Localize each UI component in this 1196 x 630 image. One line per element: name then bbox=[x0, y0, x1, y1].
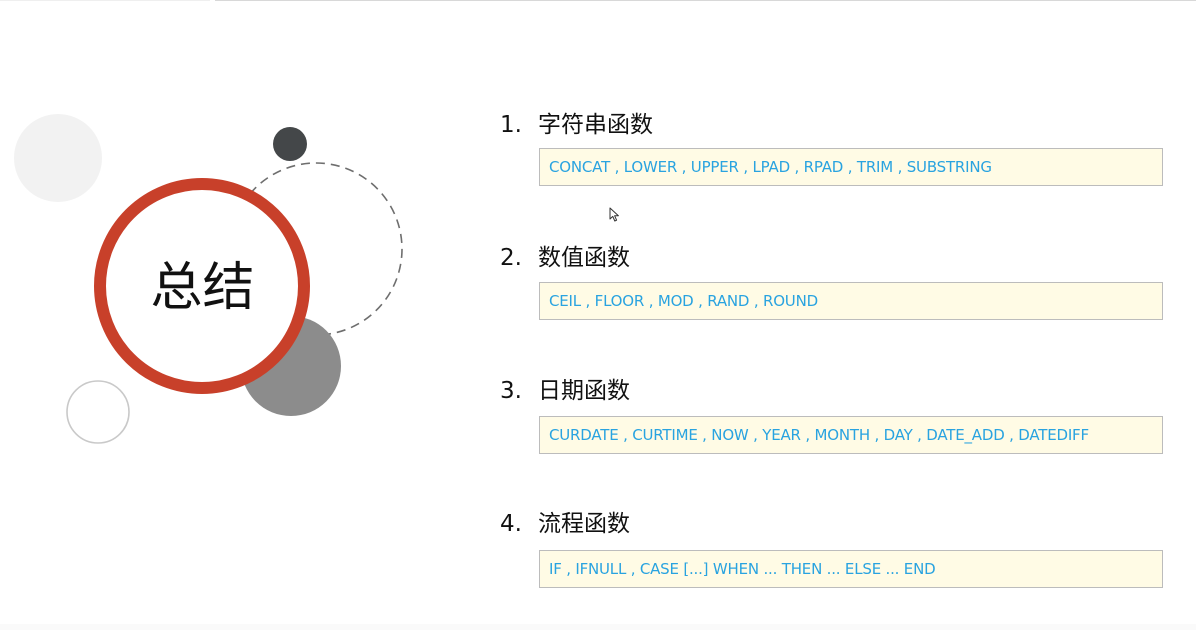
bottom-edge bbox=[0, 624, 1196, 630]
top-divider bbox=[215, 0, 1196, 1]
section-flow-functions: 4. 流程函数 IF , IFNULL , CASE [...] WHEN ...… bbox=[500, 507, 1170, 588]
section-title: 流程函数 bbox=[538, 511, 630, 537]
mouse-pointer-icon bbox=[609, 207, 619, 222]
function-list-box: IF , IFNULL , CASE [...] WHEN ... THEN .… bbox=[539, 550, 1163, 588]
function-list-box: CURDATE , CURTIME , NOW , YEAR , MONTH ,… bbox=[539, 416, 1163, 454]
section-date-functions: 3. 日期函数 CURDATE , CURTIME , NOW , YEAR , … bbox=[500, 374, 1170, 454]
section-number: 3. bbox=[500, 378, 522, 404]
function-list-box: CONCAT , LOWER , UPPER , LPAD , RPAD , T… bbox=[539, 148, 1163, 186]
section-number: 4. bbox=[500, 511, 522, 537]
top-divider-left bbox=[0, 0, 210, 1]
section-title: 数值函数 bbox=[538, 245, 630, 271]
dark-small-circle bbox=[273, 127, 307, 161]
section-heading: 4. 流程函数 bbox=[500, 507, 1170, 541]
section-heading: 3. 日期函数 bbox=[500, 374, 1170, 408]
outline-small-circle bbox=[66, 380, 130, 444]
slide: 总结 1. 字符串函数 CONCAT , LOWER , UPPER , LPAD… bbox=[0, 0, 1196, 630]
section-heading: 2. 数值函数 bbox=[500, 241, 1170, 275]
light-gray-circle bbox=[14, 114, 102, 202]
section-numeric-functions: 2. 数值函数 CEIL , FLOOR , MOD , RAND , ROUND bbox=[500, 241, 1170, 320]
section-title: 字符串函数 bbox=[538, 112, 653, 138]
section-title: 日期函数 bbox=[538, 378, 630, 404]
section-string-functions: 1. 字符串函数 CONCAT , LOWER , UPPER , LPAD , … bbox=[500, 108, 1170, 186]
section-number: 2. bbox=[500, 245, 522, 271]
section-number: 1. bbox=[500, 112, 522, 138]
slide-title: 总结 bbox=[150, 258, 255, 318]
function-list-box: CEIL , FLOOR , MOD , RAND , ROUND bbox=[539, 282, 1163, 320]
section-heading: 1. 字符串函数 bbox=[500, 108, 1170, 142]
decorative-circles bbox=[14, 114, 403, 444]
